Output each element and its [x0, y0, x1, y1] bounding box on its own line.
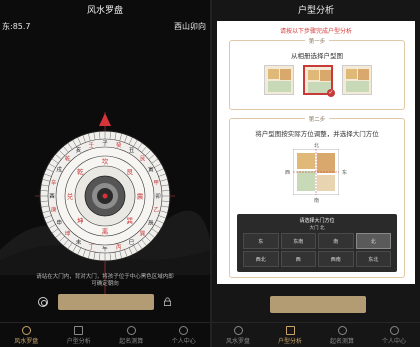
direction-option[interactable]: 东: [243, 233, 279, 249]
compass-outer-label: 丑: [129, 147, 135, 154]
step-one-label: 第一步: [230, 37, 404, 45]
compass-outer-label: 庚: [51, 206, 57, 214]
tab-naming[interactable]: 起名测算: [316, 323, 368, 347]
profile-tab-icon: [179, 326, 189, 335]
direction-east: 东: [342, 170, 348, 176]
instruction-hint: 请站在大门内，背对大门，将孩子位于中心黑色区域内即可确定朝向: [36, 274, 174, 287]
compass-outer-label: 未: [76, 238, 82, 246]
house-analysis-screen: 户型分析 请按以下步骤完成户型分析 第一步 从相册选择户型图 ✓ 第二步 将户型…: [212, 0, 420, 347]
compass-outer-label: 辛: [51, 178, 57, 186]
compass-outer-label: 亥: [76, 146, 82, 154]
step-two-box: 第二步 将户型图按实际方位调整，并选择大门方位 北 南 东 西 请选择大门方位 …: [229, 115, 405, 278]
compass-outer-label: 酉: [49, 193, 55, 200]
compass-outer-label: 癸: [116, 141, 122, 149]
compass-outer-label: 艮: [140, 156, 146, 163]
compass-outer-label: 乾: [65, 155, 71, 163]
panel-subtitle: 大门 北: [309, 226, 325, 231]
floorplan-preview[interactable]: [293, 149, 339, 195]
compass-outer-label: 巽: [140, 230, 146, 237]
compass-outer-label: 戌: [56, 166, 62, 174]
direction-option[interactable]: 西南: [318, 251, 354, 267]
page-title: 户型分析: [297, 6, 334, 16]
lock-icon[interactable]: [163, 297, 172, 306]
direction-south: 南: [314, 198, 320, 204]
tab-house-analysis[interactable]: 户型分析: [264, 323, 316, 347]
profile-tab-icon: [389, 326, 399, 335]
compass-outer-label: 丙: [116, 244, 122, 251]
compass-outer-label: 丁: [89, 244, 95, 251]
tab-profile[interactable]: 个人中心: [368, 323, 420, 347]
check-icon: ✓: [327, 89, 335, 97]
naming-tab-icon: [126, 326, 136, 335]
direction-option[interactable]: 东北: [355, 251, 391, 267]
compass-outer-label: 寅: [148, 166, 154, 174]
floorplan-option-2[interactable]: ✓: [303, 65, 335, 97]
compass-screen: 风水罗盘 东:85.7 酉山卯向 乾亥壬子癸丑艮寅甲卯乙辰巽巳丙午丁未坤申庚酉辛…: [0, 0, 210, 347]
compass-outer-label: 坤: [65, 229, 71, 237]
compass-outer-label: 甲: [153, 179, 159, 186]
notice-text: 请按以下步骤完成户型分析: [279, 28, 352, 35]
compass-action-button[interactable]: [58, 294, 154, 310]
north-pointer-icon: [99, 113, 111, 126]
step-two-label: 第二步: [230, 115, 404, 123]
direction-grid: 东 东南 南 北 西北 西 西南 东北: [243, 233, 391, 267]
step-one-box: 第一步 从相册选择户型图 ✓: [229, 37, 405, 110]
naming-tab-icon: [337, 326, 347, 335]
compass-outer-label: 壬: [89, 141, 95, 149]
compass-trigram-label: 坤: [77, 216, 84, 225]
compass-outer-label: 申: [56, 219, 62, 227]
compass-outer-label: 巳: [129, 239, 135, 246]
step-two-title: 将户型图按实际方位调整，并选择大门方位: [255, 130, 379, 138]
house-tab-icon: [74, 326, 84, 335]
compass-trigram-label: 坎: [102, 157, 109, 166]
tab-compass[interactable]: 风水罗盘: [0, 323, 53, 347]
bottom-tab-bar: 风水罗盘 户型分析 起名测算 个人中心: [0, 322, 210, 347]
direction-option[interactable]: 西北: [243, 251, 279, 267]
compass-trigram-label: 离: [102, 227, 109, 236]
compass-trigram-label: 艮: [126, 168, 133, 176]
compass-outer-label: 午: [102, 245, 108, 253]
compass-trigram-label: 乾: [77, 167, 84, 176]
compass-outer-label: 子: [102, 140, 108, 147]
compass-tab-icon: [233, 326, 243, 335]
direction-west: 西: [285, 170, 291, 176]
direction-option[interactable]: 南: [318, 233, 354, 249]
compass-outer-label: 乙: [153, 207, 159, 214]
door-direction-panel: 请选择大门方位 大门 北 东 东南 南 北 西北 西 西南 东北: [237, 214, 397, 272]
floorplan-option-3[interactable]: [342, 65, 372, 95]
tab-compass[interactable]: 风水罗盘: [212, 323, 264, 347]
direction-option-selected[interactable]: 北: [355, 233, 391, 249]
analysis-card: 请按以下步骤完成户型分析 第一步 从相册选择户型图 ✓ 第二步 将户型图按实际方…: [217, 21, 415, 284]
tab-house-analysis[interactable]: 户型分析: [53, 323, 106, 347]
camera-icon[interactable]: [38, 297, 48, 307]
direction-north: 北: [314, 143, 320, 149]
compass-trigram-label: 兑: [67, 192, 74, 201]
tab-profile[interactable]: 个人中心: [158, 323, 211, 347]
compass-trigram-label: 巽: [126, 217, 133, 225]
compass-tab-icon: [21, 326, 31, 335]
compass-trigram-label: 震: [137, 193, 144, 201]
direction-option[interactable]: 西: [280, 251, 316, 267]
compass-outer-label: 辰: [148, 220, 154, 227]
compass-outer-label: 卯: [155, 192, 161, 200]
floorplan-option-1[interactable]: [264, 65, 294, 95]
tab-naming[interactable]: 起名测算: [105, 323, 158, 347]
panel-title: 请选择大门方位: [299, 218, 335, 224]
house-tab-icon: [285, 326, 295, 335]
bottom-tab-bar: 风水罗盘 户型分析 起名测算 个人中心: [212, 322, 420, 347]
direction-option[interactable]: 东南: [280, 233, 316, 249]
analysis-action-button[interactable]: [270, 296, 366, 313]
step-one-title: 从相册选择户型图: [291, 52, 343, 60]
